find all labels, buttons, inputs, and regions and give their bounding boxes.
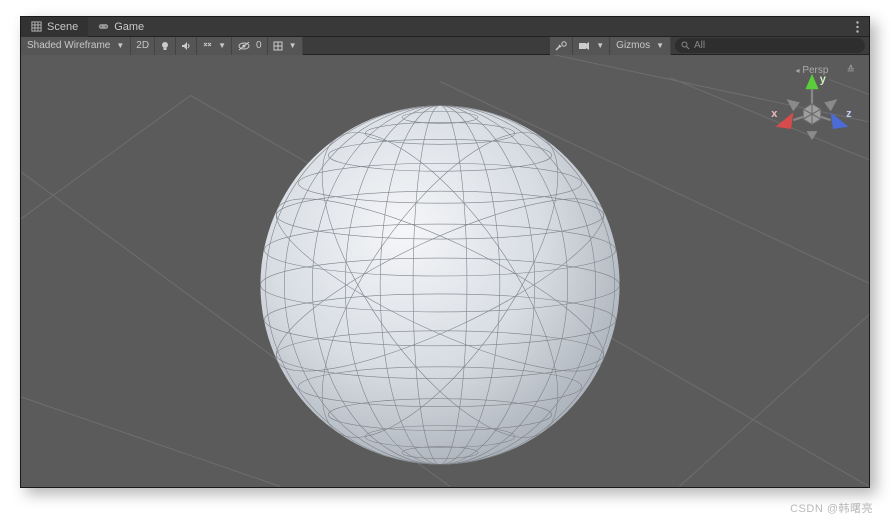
scene-panel: Scene Game Shaded Wireframe ▼ 2D ▼ 0 ▼ ▼ …	[20, 16, 870, 488]
grid-icon	[31, 21, 42, 32]
tab-scene[interactable]: Scene	[21, 17, 88, 37]
chevron-down-icon: ▼	[218, 41, 226, 50]
tab-game-label: Game	[114, 21, 144, 33]
tab-bar: Scene Game	[21, 17, 869, 37]
audio-toggle[interactable]	[176, 37, 197, 55]
chevron-down-icon: ▼	[596, 41, 604, 50]
chevron-down-icon: ▼	[289, 41, 297, 50]
audio-icon	[181, 41, 191, 51]
kebab-icon	[856, 21, 859, 33]
axis-z-label: z	[846, 108, 852, 120]
2d-label: 2D	[136, 40, 149, 51]
scene-render	[21, 55, 869, 487]
shading-mode-label: Shaded Wireframe	[27, 40, 110, 51]
panel-menu-button[interactable]	[845, 17, 869, 37]
chevron-down-icon: ▼	[656, 41, 664, 50]
tools-button[interactable]	[550, 37, 573, 55]
fx-icon	[202, 41, 212, 51]
visibility-icon	[237, 41, 251, 51]
axis-x-label: x	[771, 108, 778, 120]
scene-toolbar: Shaded Wireframe ▼ 2D ▼ 0 ▼ ▼ Gizmos ▼ All	[21, 37, 869, 55]
axes-gizmo: y x z	[769, 63, 855, 153]
hierarchy-search[interactable]: All	[675, 38, 865, 53]
sphere-mesh	[260, 105, 619, 464]
lightbulb-icon	[160, 41, 170, 51]
hidden-count: 0	[256, 40, 262, 51]
search-icon	[681, 41, 690, 50]
camera-icon	[578, 41, 590, 51]
tab-scene-label: Scene	[47, 21, 78, 33]
fx-dropdown[interactable]: ▼	[197, 37, 232, 55]
gamepad-icon	[98, 21, 109, 32]
gizmos-label: Gizmos	[616, 40, 650, 51]
search-placeholder: All	[694, 40, 705, 51]
axis-y-label: y	[820, 74, 827, 86]
watermark: CSDN @韩曙亮	[790, 500, 873, 516]
scene-viewport[interactable]: ≙ y x z	[21, 55, 869, 487]
grid-snap-dropdown[interactable]: ▼	[268, 37, 303, 55]
camera-dropdown[interactable]: ▼	[573, 37, 610, 55]
lighting-toggle[interactable]	[155, 37, 176, 55]
shading-mode-dropdown[interactable]: Shaded Wireframe ▼	[21, 37, 131, 55]
chevron-down-icon: ▼	[116, 41, 124, 50]
gizmos-dropdown[interactable]: Gizmos ▼	[610, 37, 671, 55]
grid-snap-icon	[273, 41, 283, 51]
orientation-gizmo[interactable]: ≙ y x z	[769, 63, 855, 153]
tab-game[interactable]: Game	[88, 17, 154, 37]
2d-toggle[interactable]: 2D	[131, 37, 155, 55]
tools-icon	[555, 41, 567, 51]
visibility-toggle[interactable]: 0	[232, 37, 268, 55]
